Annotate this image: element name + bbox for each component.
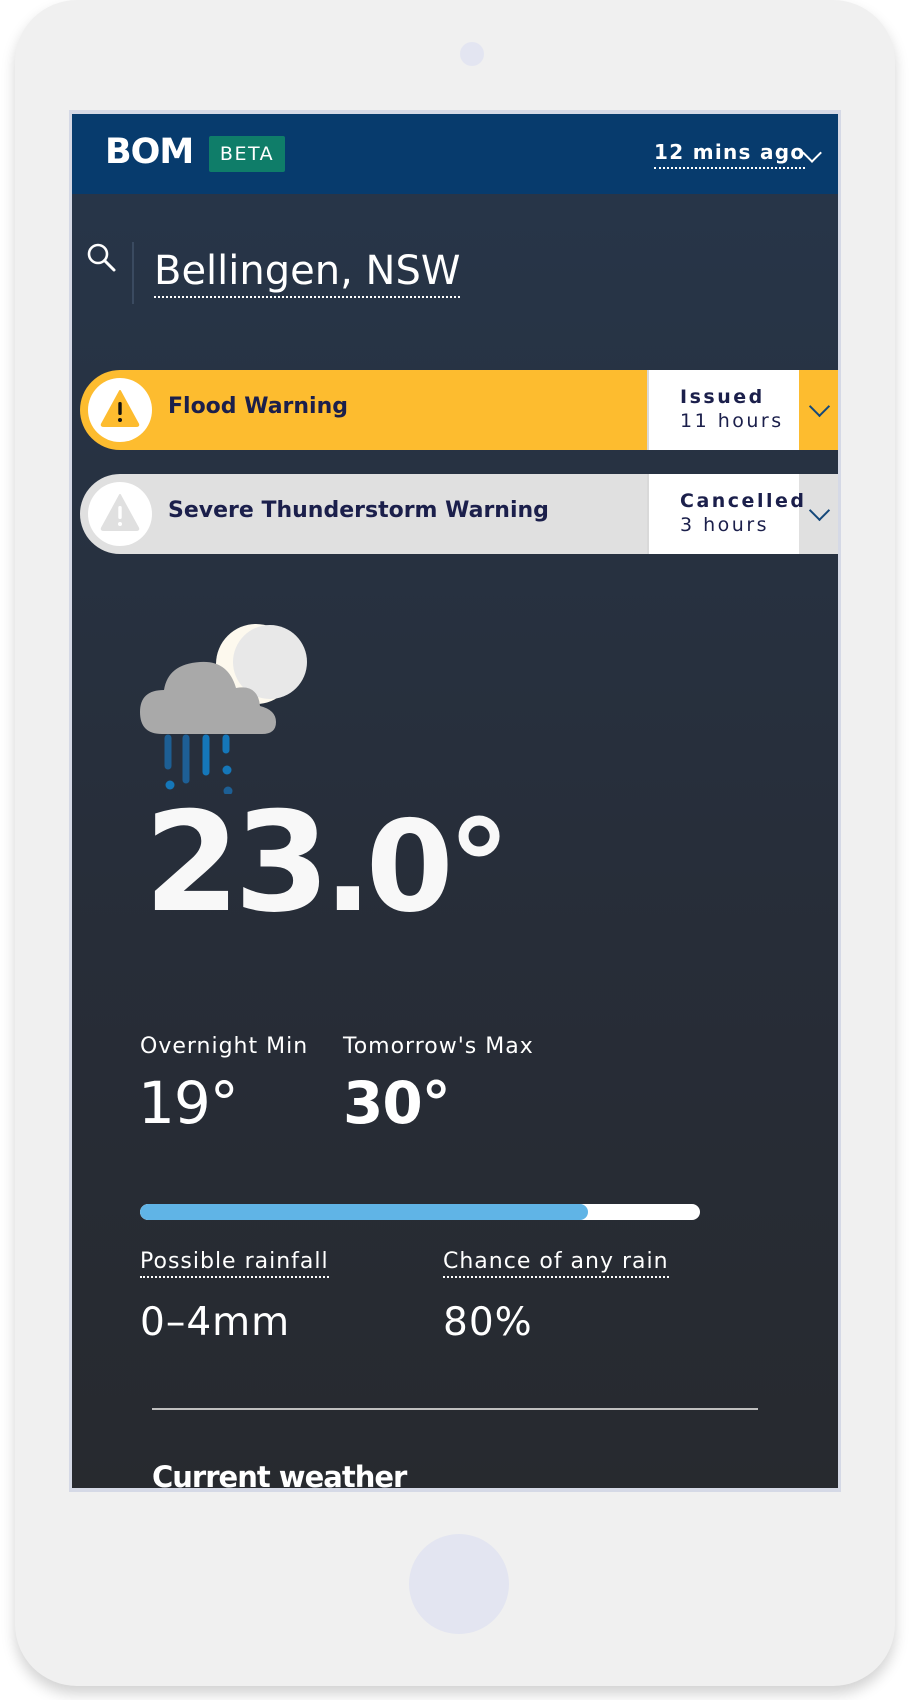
chance-of-rain-label[interactable]: Chance of any rain xyxy=(443,1249,669,1278)
search-icon[interactable] xyxy=(86,242,118,274)
current-temperature: 23.0° xyxy=(144,794,511,932)
thunderstorm-warning-banner[interactable]: Severe Thunderstorm Warning Cancelled 3 … xyxy=(80,474,838,554)
warning-status-label: Cancelled xyxy=(680,490,807,512)
section-divider xyxy=(152,1408,758,1410)
tomorrow-max-value: 30° xyxy=(343,1069,451,1137)
camera xyxy=(460,42,484,66)
warning-triangle-icon xyxy=(100,390,140,427)
location-search-field[interactable]: Bellingen, NSW xyxy=(154,248,461,298)
warning-status-time: 11 hours xyxy=(680,410,784,432)
home-button[interactable] xyxy=(409,1534,509,1634)
tomorrow-max-label: Tomorrow's Max xyxy=(343,1034,534,1059)
flood-warning-banner[interactable]: Flood Warning Issued 11 hours xyxy=(80,370,838,450)
warning-title: Flood Warning xyxy=(168,394,348,419)
warning-title: Severe Thunderstorm Warning xyxy=(168,498,549,523)
warning-triangle-icon xyxy=(100,494,140,531)
last-updated-link[interactable]: 12 mins ago xyxy=(654,140,806,169)
rain-chance-fill xyxy=(140,1204,588,1220)
rain-chance-bar xyxy=(140,1204,700,1220)
warning-status: Cancelled 3 hours xyxy=(647,474,804,554)
bom-logo[interactable]: BOM xyxy=(105,132,194,172)
current-weather-heading: Current weather xyxy=(152,1460,407,1488)
expand-warning-button[interactable] xyxy=(799,370,838,450)
temperature-decimal: .0° xyxy=(324,793,511,940)
rain-cloud-moon-icon xyxy=(140,624,307,794)
search-divider xyxy=(132,242,134,304)
warning-icon-badge xyxy=(88,378,152,442)
chevron-down-icon xyxy=(808,499,831,522)
chance-of-rain-value: 80% xyxy=(443,1300,533,1345)
temperature-integer: 23 xyxy=(144,782,330,943)
app-header: BOM BETA 12 mins ago xyxy=(72,114,838,194)
app-screen: BOM BETA 12 mins ago Bellingen, NSW Floo… xyxy=(72,114,838,1488)
warning-status-time: 3 hours xyxy=(680,514,770,536)
warning-icon-badge xyxy=(88,482,152,546)
chevron-down-icon xyxy=(808,395,831,418)
warning-status: Issued 11 hours xyxy=(647,370,799,450)
beta-badge: BETA xyxy=(209,136,285,172)
possible-rainfall-label[interactable]: Possible rainfall xyxy=(140,1249,329,1278)
expand-warning-button[interactable] xyxy=(799,474,838,554)
warning-status-label: Issued xyxy=(680,386,765,408)
possible-rainfall-value: 0–4mm xyxy=(140,1300,291,1345)
overnight-min-label: Overnight Min xyxy=(140,1034,309,1059)
overnight-min-value: 19° xyxy=(138,1069,239,1137)
